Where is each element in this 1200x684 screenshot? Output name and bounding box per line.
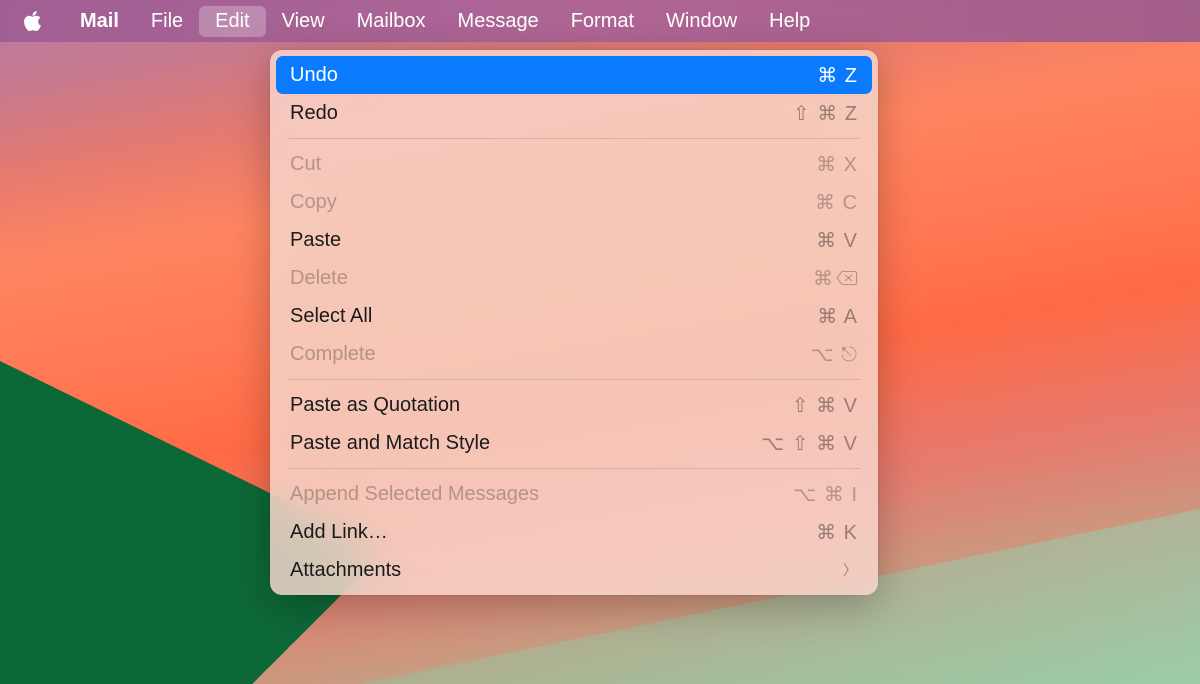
- delete-key-icon: [836, 270, 858, 286]
- menubar-item-format[interactable]: Format: [555, 6, 650, 37]
- menubar-app-name[interactable]: Mail: [64, 6, 135, 37]
- menu-item-label: Redo: [290, 102, 338, 125]
- menu-item-shortcut: ⌥ ⎋: [811, 342, 858, 367]
- menu-item-label: Complete: [290, 343, 376, 366]
- menu-item-delete: Delete ⌘: [276, 259, 872, 297]
- menu-item-add-link[interactable]: Add Link… ⌘ K: [276, 513, 872, 551]
- menu-item-shortcut: ⌥ ⇧ ⌘ V: [761, 431, 858, 456]
- menubar-item-file[interactable]: File: [135, 6, 199, 37]
- menu-item-attachments[interactable]: Attachments 〉: [276, 551, 872, 589]
- menubar: Mail FileEditViewMailboxMessageFormatWin…: [0, 0, 1200, 42]
- menu-item-shortcut: 〉: [843, 560, 858, 580]
- menu-item-label: Undo: [290, 64, 338, 87]
- menu-item-paste[interactable]: Paste ⌘ V: [276, 221, 872, 259]
- menu-item-label: Paste: [290, 229, 341, 252]
- menu-item-undo[interactable]: Undo ⌘ Z: [276, 56, 872, 94]
- menu-item-label: Paste as Quotation: [290, 394, 460, 417]
- menu-item-shortcut: ⌘: [813, 266, 858, 291]
- menubar-item-help[interactable]: Help: [753, 6, 826, 37]
- menu-item-shortcut: ⇧ ⌘ V: [792, 393, 858, 418]
- menu-item-shortcut: ⌘ A: [817, 304, 858, 329]
- menu-item-label: Add Link…: [290, 521, 388, 544]
- menu-item-paste-quotation[interactable]: Paste as Quotation ⇧ ⌘ V: [276, 386, 872, 424]
- menu-item-shortcut: ⌥ ⌘ I: [793, 482, 858, 507]
- menu-item-label: Select All: [290, 305, 372, 328]
- apple-menu-icon[interactable]: [20, 9, 44, 33]
- menu-separator: [288, 379, 860, 380]
- menu-item-label: Delete: [290, 267, 348, 290]
- menu-item-redo[interactable]: Redo ⇧ ⌘ Z: [276, 94, 872, 132]
- menu-item-select-all[interactable]: Select All ⌘ A: [276, 297, 872, 335]
- menubar-item-edit[interactable]: Edit: [199, 6, 265, 37]
- menu-item-label: Attachments: [290, 559, 401, 582]
- menu-item-shortcut: ⇧ ⌘ Z: [793, 101, 858, 126]
- chevron-right-icon: 〉: [843, 560, 858, 580]
- edit-dropdown-menu: Undo ⌘ Z Redo ⇧ ⌘ Z Cut ⌘ X Copy ⌘ C Paste ⌘ V Del…: [270, 50, 878, 595]
- menubar-item-mailbox[interactable]: Mailbox: [341, 6, 442, 37]
- menu-item-shortcut: ⌘ Z: [817, 63, 858, 88]
- menu-item-paste-match-style[interactable]: Paste and Match Style ⌥ ⇧ ⌘ V: [276, 424, 872, 462]
- menu-item-cut: Cut ⌘ X: [276, 145, 872, 183]
- menu-item-shortcut: ⌘ K: [816, 520, 858, 545]
- menu-item-copy: Copy ⌘ C: [276, 183, 872, 221]
- menu-item-shortcut: ⌘ V: [816, 228, 858, 253]
- menu-item-label: Append Selected Messages: [290, 483, 539, 506]
- menu-item-shortcut: ⌘ X: [816, 152, 858, 177]
- menubar-item-view[interactable]: View: [266, 6, 341, 37]
- menubar-item-message[interactable]: Message: [442, 6, 555, 37]
- menu-item-label: Copy: [290, 191, 337, 214]
- menu-item-label: Cut: [290, 153, 321, 176]
- menu-item-shortcut: ⌘ C: [815, 190, 858, 215]
- menu-item-complete: Complete ⌥ ⎋: [276, 335, 872, 373]
- menu-item-append-selected: Append Selected Messages ⌥ ⌘ I: [276, 475, 872, 513]
- menu-separator: [288, 138, 860, 139]
- menubar-item-window[interactable]: Window: [650, 6, 753, 37]
- menu-item-label: Paste and Match Style: [290, 432, 490, 455]
- menu-separator: [288, 468, 860, 469]
